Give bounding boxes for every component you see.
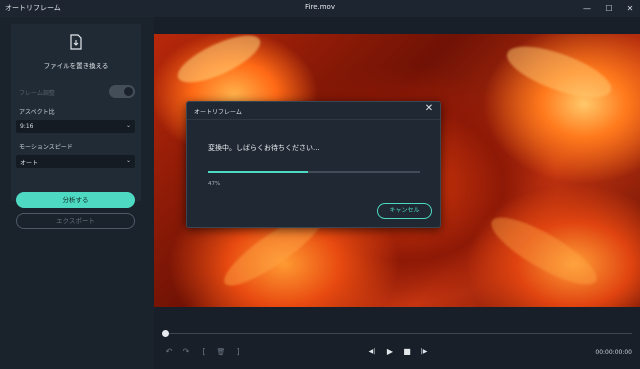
- left-panel: ファイルを置き換える フレーム調整 アスペクト比 9:16 ⌄ モーションスピー…: [0, 17, 154, 369]
- play-icon[interactable]: ▶: [384, 347, 396, 357]
- reframe-settings: フレーム調整 アスペクト比 9:16 ⌄ モーションスピード オート ⌄ 分析す…: [11, 80, 141, 208]
- aspect-ratio-select[interactable]: 9:16 ⌄: [16, 120, 135, 133]
- close-icon[interactable]: ✕: [423, 103, 435, 114]
- adjust-frame-toggle[interactable]: [109, 85, 135, 98]
- timeline-scrubber[interactable]: [165, 333, 632, 334]
- aspect-ratio-value: 9:16: [20, 123, 34, 130]
- motion-speed-select[interactable]: オート ⌄: [16, 155, 135, 168]
- motion-speed-label: モーションスピード: [19, 144, 73, 151]
- cancel-button[interactable]: キャンセル: [377, 203, 432, 219]
- adjust-frame-label: フレーム調整: [19, 90, 55, 97]
- maximize-button[interactable]: ☐: [602, 2, 616, 15]
- title-bar: オートリフレーム Fire.mov — ☐ ✕: [0, 0, 640, 17]
- chevron-down-icon: ⌄: [125, 122, 131, 129]
- converting-message: 変換中。しばらくお待ちください...: [208, 144, 320, 152]
- replace-file-label: ファイルを置き換える: [43, 62, 109, 70]
- playhead-handle[interactable]: [162, 330, 169, 337]
- toggle-knob: [124, 87, 133, 96]
- progress-dialog: オートリフレーム ✕ 変換中。しばらくお待ちください... 47% キャンセル: [186, 101, 441, 228]
- analyze-button[interactable]: 分析する: [16, 192, 135, 208]
- file-title: Fire.mov: [305, 3, 335, 11]
- chevron-down-icon: ⌄: [125, 157, 131, 164]
- divider: [187, 119, 440, 120]
- replace-file-button[interactable]: ファイルを置き換える: [11, 24, 141, 82]
- undo-icon[interactable]: ↶: [163, 347, 175, 357]
- progress-fill: [208, 171, 308, 173]
- minimize-button[interactable]: —: [580, 2, 594, 15]
- dialog-title: オートリフレーム: [194, 109, 242, 116]
- progress-bar: [208, 171, 420, 173]
- delete-icon[interactable]: 🗑: [215, 347, 227, 357]
- redo-icon[interactable]: ↷: [180, 347, 192, 357]
- file-replace-icon: [70, 34, 82, 50]
- previous-frame-icon[interactable]: ◀|: [365, 347, 379, 357]
- aspect-ratio-label: アスペクト比: [19, 109, 55, 116]
- mark-in-icon[interactable]: [: [198, 347, 210, 357]
- mark-out-icon[interactable]: ]: [232, 347, 244, 357]
- timecode: 00:00:00:00: [595, 349, 632, 356]
- playback-controls: ↶ ↷ [ 🗑 ] ◀| ▶ ■ |▶ 00:00:00:00: [154, 307, 640, 369]
- close-window-button[interactable]: ✕: [623, 2, 637, 15]
- motion-speed-value: オート: [20, 160, 39, 167]
- progress-percent: 47%: [208, 181, 221, 187]
- stop-icon[interactable]: ■: [401, 347, 413, 357]
- export-button[interactable]: エクスポート: [16, 213, 135, 229]
- next-frame-icon[interactable]: |▶: [417, 347, 431, 357]
